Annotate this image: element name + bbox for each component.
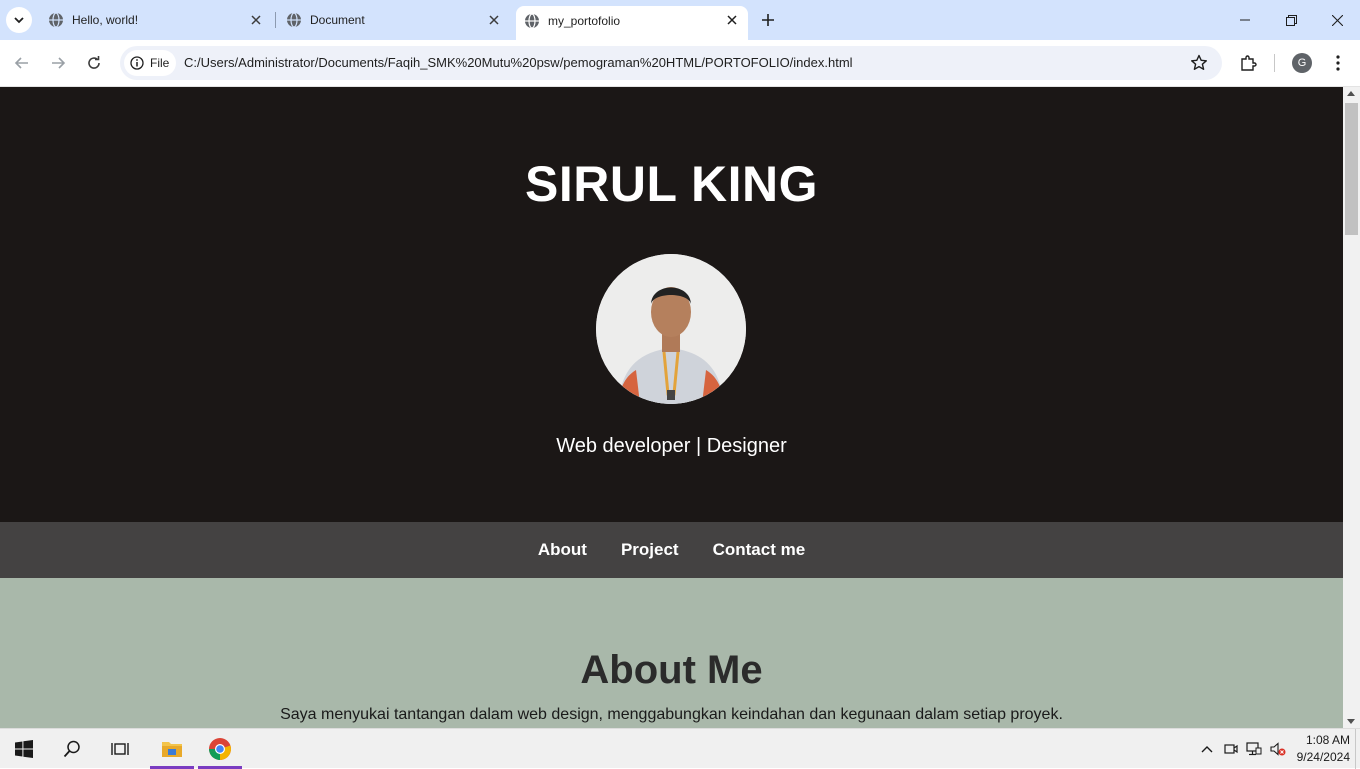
new-tab-button[interactable] [756, 8, 780, 32]
hero-tagline: Web developer | Designer [556, 435, 787, 457]
network-tray-icon[interactable] [1245, 740, 1263, 758]
hero-section: SIRUL KING Web developer | Designer [0, 87, 1343, 522]
globe-icon [287, 12, 301, 28]
search-icon [63, 740, 80, 758]
volume-tray-icon[interactable] [1269, 740, 1287, 758]
site-info-chip[interactable]: File [124, 50, 176, 76]
plus-icon [762, 14, 774, 26]
toolbar-divider [1274, 54, 1275, 72]
profile-photo [596, 254, 746, 404]
restore-icon [1285, 14, 1297, 26]
url-text[interactable]: C:/Users/Administrator/Documents/Faqih_S… [184, 55, 853, 70]
tab-document[interactable]: Document [278, 0, 510, 40]
nav-link-about[interactable]: About [538, 540, 587, 560]
file-explorer-taskbar-button[interactable] [148, 729, 196, 769]
chevron-down-icon [14, 17, 24, 24]
tab-my-portofolio[interactable]: my_portofolio [516, 6, 748, 40]
chrome-icon [209, 738, 231, 760]
tab-title: Document [310, 13, 365, 27]
task-view-button[interactable] [96, 729, 144, 769]
chevron-up-icon [1201, 746, 1213, 753]
scroll-up-arrow-icon[interactable] [1347, 91, 1355, 96]
globe-icon [525, 13, 539, 29]
restore-button[interactable] [1268, 0, 1314, 40]
tab-title: my_portofolio [548, 14, 621, 28]
about-text: Saya menyukai tantangan dalam web design… [280, 706, 1063, 723]
windows-taskbar: 1:08 AM 9/24/2024 [0, 728, 1360, 769]
close-window-button[interactable] [1314, 0, 1360, 40]
scroll-down-arrow-icon[interactable] [1347, 719, 1355, 724]
arrow-right-icon [52, 57, 66, 69]
about-heading: About Me [580, 648, 763, 692]
close-icon [1331, 14, 1343, 26]
browser-toolbar: File C:/Users/Administrator/Documents/Fa… [0, 40, 1360, 87]
volume-muted-icon [1270, 742, 1286, 756]
show-desktop-button[interactable] [1355, 729, 1360, 769]
folder-icon [162, 742, 182, 757]
webcam-icon [1224, 744, 1238, 754]
reload-icon [88, 56, 100, 69]
profile-avatar: G [1292, 53, 1312, 73]
taskbar-clock[interactable]: 1:08 AM 9/24/2024 [1297, 732, 1350, 766]
profile-button[interactable]: G [1292, 53, 1312, 73]
reload-button[interactable] [80, 49, 108, 77]
tab-strip: Hello, world! Document my_portofolio [0, 0, 1360, 40]
clock-time: 1:08 AM [1305, 733, 1350, 747]
site-info-label: File [150, 56, 170, 70]
address-bar[interactable]: File C:/Users/Administrator/Documents/Fa… [120, 46, 1222, 80]
forward-button[interactable] [44, 49, 72, 77]
info-icon [130, 56, 144, 70]
meet-now-tray-icon[interactable] [1222, 740, 1240, 758]
network-icon [1246, 742, 1262, 756]
globe-icon [49, 12, 63, 28]
task-view-icon [111, 743, 129, 755]
page-scrollbar[interactable] [1343, 87, 1360, 728]
windows-logo-icon [15, 740, 33, 758]
menu-button[interactable] [1328, 53, 1348, 73]
tab-hello-world[interactable]: Hello, world! [40, 0, 272, 40]
extensions-button[interactable] [1238, 53, 1258, 73]
page-viewport: SIRUL KING Web developer | Designer Abou… [0, 87, 1343, 728]
more-vertical-icon [1336, 55, 1340, 71]
tab-title: Hello, world! [72, 13, 139, 27]
chrome-taskbar-button[interactable] [196, 729, 244, 769]
taskbar-search-button[interactable] [48, 729, 96, 769]
clock-date: 9/24/2024 [1296, 750, 1350, 764]
profile-photo-image [596, 254, 746, 404]
nav-link-project[interactable]: Project [621, 540, 679, 560]
minimize-icon [1240, 19, 1250, 21]
tab-search-button[interactable] [6, 7, 32, 33]
tab-separator [275, 12, 276, 28]
start-button[interactable] [0, 729, 48, 769]
main-nav: About Project Contact me [0, 522, 1343, 578]
hero-name: SIRUL KING [525, 156, 818, 212]
about-section: About Me Saya menyukai tantangan dalam w… [0, 578, 1343, 728]
close-tab-icon[interactable] [248, 12, 264, 28]
show-hidden-icons-button[interactable] [1198, 740, 1216, 758]
close-tab-icon[interactable] [724, 12, 740, 28]
puzzle-icon [1241, 55, 1257, 71]
back-button[interactable] [8, 49, 36, 77]
nav-link-contact[interactable]: Contact me [713, 540, 806, 560]
minimize-button[interactable] [1222, 0, 1268, 40]
bookmark-star-icon[interactable] [1190, 54, 1208, 72]
close-tab-icon[interactable] [486, 12, 502, 28]
arrow-left-icon [14, 57, 28, 69]
scroll-thumb[interactable] [1345, 103, 1358, 235]
